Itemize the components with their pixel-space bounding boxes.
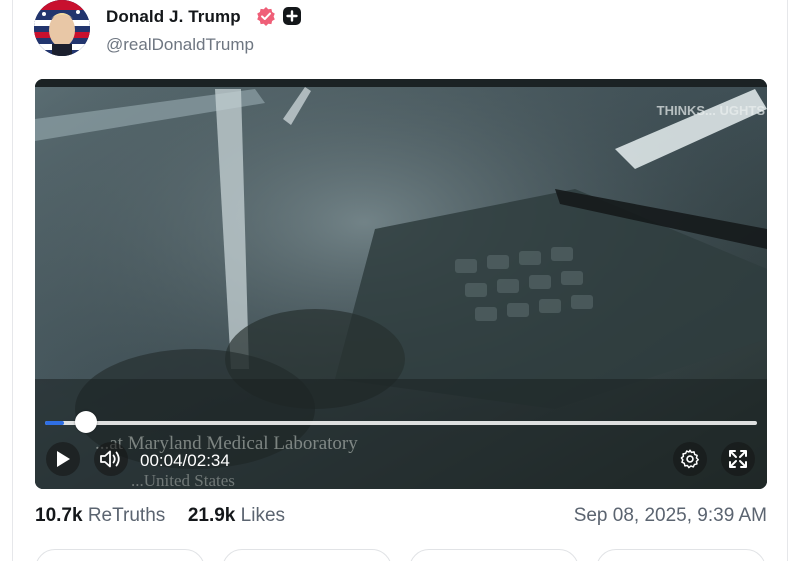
avatar[interactable] — [34, 0, 90, 56]
retruths-count: 10.7k — [35, 505, 83, 526]
likes-count: 21.9k — [187, 505, 236, 526]
post-stats: 10.7k ReTruths 21.9k Likes — [35, 505, 285, 527]
reply-button[interactable] — [35, 549, 205, 561]
retruths-stat[interactable]: 10.7k ReTruths — [35, 505, 165, 526]
video-time-display: 00:04/02:34 — [140, 451, 230, 471]
plus-badge-icon — [283, 7, 301, 25]
duration: 02:34 — [187, 451, 230, 470]
retruth-button[interactable] — [222, 549, 392, 561]
video-watermark: THINKS... UGHTS — [656, 103, 765, 118]
video-player[interactable]: THINKS... UGHTS ...at Maryland Medical L… — [35, 79, 767, 489]
video-progress-fill — [45, 421, 64, 425]
play-button[interactable] — [46, 442, 80, 476]
likes-label: Likes — [240, 505, 286, 526]
avatar-image — [34, 0, 90, 56]
like-button[interactable] — [409, 549, 579, 561]
author-handle[interactable]: @realDonaldTrump — [106, 35, 254, 55]
play-icon — [57, 451, 70, 467]
video-scrubber-handle[interactable] — [74, 411, 97, 433]
video-progress-bar[interactable] — [45, 411, 757, 433]
volume-icon — [100, 450, 120, 468]
current-time: 00:04 — [140, 451, 183, 470]
fullscreen-icon — [729, 450, 747, 468]
author-display-name[interactable]: Donald J. Trump — [106, 7, 241, 27]
video-frame — [35, 79, 767, 489]
video-caption-line2: ...United States — [131, 471, 235, 489]
retruths-label: ReTruths — [87, 505, 166, 526]
settings-button[interactable] — [673, 442, 707, 476]
verified-badge-icon — [257, 7, 275, 26]
gear-icon — [680, 449, 699, 469]
volume-button[interactable] — [94, 442, 128, 476]
post-timestamp[interactable]: Sep 08, 2025, 9:39 AM — [574, 505, 767, 527]
fullscreen-button[interactable] — [721, 442, 755, 476]
likes-stat[interactable]: 21.9k Likes — [188, 505, 285, 526]
share-button[interactable] — [596, 549, 766, 561]
